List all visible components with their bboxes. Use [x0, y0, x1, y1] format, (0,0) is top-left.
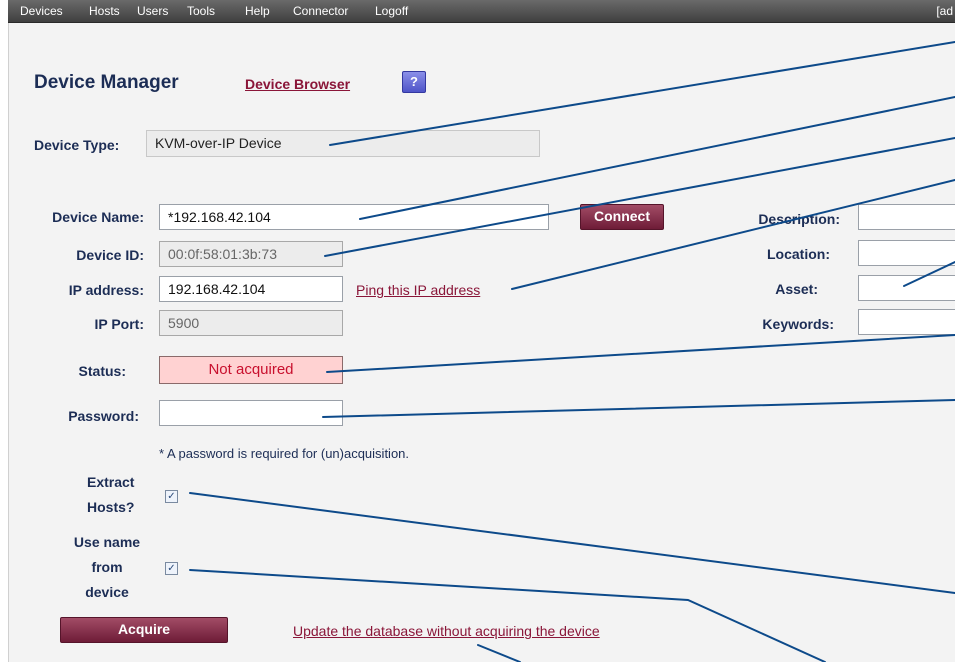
callout-line-use-name [189, 569, 826, 662]
callout-line-status [326, 334, 955, 373]
callout-line-asset [903, 261, 955, 287]
callout-line-update-link [477, 644, 521, 662]
callout-line-device-name [359, 96, 955, 220]
callout-line-password [322, 399, 955, 418]
screenshot-frame: Devices Hosts Users Tools Help Connector… [0, 0, 955, 662]
callout-lines [189, 41, 955, 662]
callout-line-device-type [329, 41, 955, 146]
callout-line-extract-hosts [189, 492, 955, 594]
callout-line-ping [511, 179, 955, 290]
callout-line-device-id [324, 137, 955, 257]
